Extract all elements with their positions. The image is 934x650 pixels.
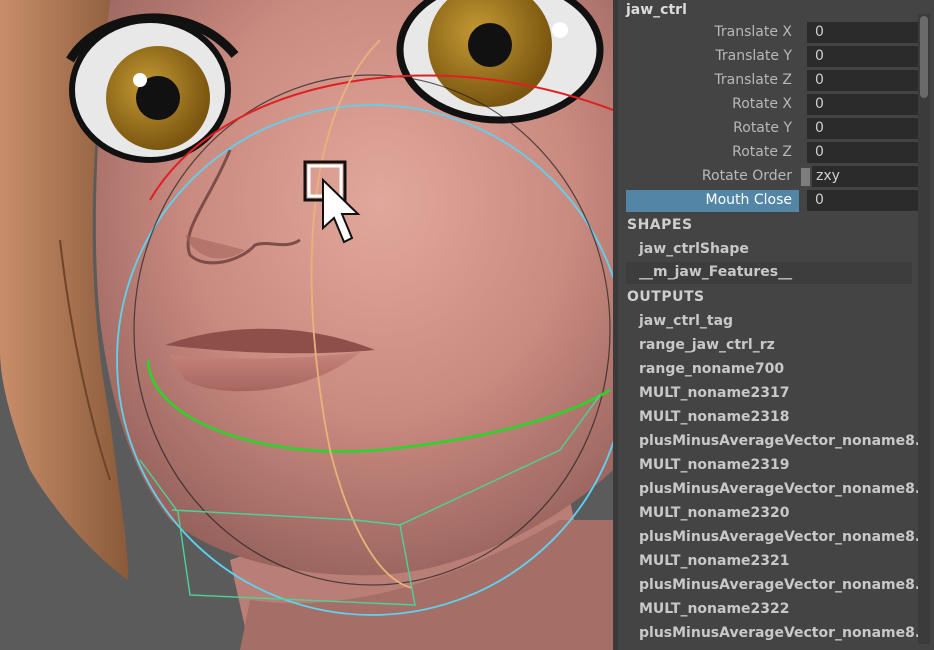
- node-name[interactable]: jaw_ctrl: [626, 2, 687, 18]
- scrollbar-thumb[interactable]: [920, 16, 928, 98]
- output-item[interactable]: plusMinusAverageVector_noname8...: [639, 433, 931, 449]
- attr-label: Mouth Close: [705, 192, 792, 208]
- output-item[interactable]: MULT_noname2322: [639, 601, 790, 617]
- app-window: jaw_ctrl Translate X 0 Translate Y 0 Tra…: [0, 0, 934, 650]
- output-item[interactable]: plusMinusAverageVector_noname8...: [639, 529, 931, 545]
- output-item[interactable]: MULT_noname2320: [639, 505, 790, 521]
- attr-row-translate-y[interactable]: Translate Y 0: [626, 46, 919, 68]
- output-item[interactable]: jaw_ctrl_tag: [639, 313, 733, 329]
- attr-label: Rotate X: [732, 96, 792, 112]
- attr-row-translate-z[interactable]: Translate Z 0: [626, 70, 919, 92]
- attr-label: Translate Y: [715, 48, 792, 64]
- attr-label: Rotate Z: [732, 144, 792, 160]
- shape-item[interactable]: __m_jaw_Features__: [626, 262, 912, 284]
- output-item[interactable]: plusMinusAverageVector_noname8...: [639, 481, 931, 497]
- attr-label: Translate X: [714, 24, 792, 40]
- 3d-viewport[interactable]: [0, 0, 613, 650]
- character-render: [0, 0, 613, 650]
- shape-item[interactable]: jaw_ctrlShape: [639, 241, 749, 257]
- shape-item-label: __m_jaw_Features__: [639, 264, 793, 280]
- output-item[interactable]: MULT_noname2321: [639, 553, 790, 569]
- mouth-close-field[interactable]: 0: [807, 190, 919, 211]
- output-item[interactable]: range_jaw_ctrl_rz: [639, 337, 775, 353]
- attr-row-rotate-x[interactable]: Rotate X 0: [626, 94, 919, 116]
- channel-box-panel: jaw_ctrl Translate X 0 Translate Y 0 Tra…: [618, 0, 934, 650]
- translate-x-field[interactable]: 0: [807, 22, 919, 43]
- translate-y-field[interactable]: 0: [807, 46, 919, 67]
- output-item[interactable]: plusMinusAverageVector_noname8...: [639, 625, 931, 641]
- rotate-x-field[interactable]: 0: [807, 94, 919, 115]
- vertical-scrollbar[interactable]: [918, 14, 930, 644]
- rotate-z-field[interactable]: 0: [807, 142, 919, 163]
- translate-z-field[interactable]: 0: [807, 70, 919, 91]
- rotate-order-dropdown[interactable]: zxy: [812, 166, 919, 187]
- outputs-header[interactable]: OUTPUTS: [627, 289, 705, 305]
- attr-row-rotate-order[interactable]: Rotate Order zxy: [626, 166, 919, 188]
- attr-row-rotate-z[interactable]: Rotate Z 0: [626, 142, 919, 164]
- attr-label: Translate Z: [714, 72, 792, 88]
- attr-row-translate-x[interactable]: Translate X 0: [626, 22, 919, 44]
- attr-label: Rotate Y: [733, 120, 792, 136]
- shapes-header[interactable]: SHAPES: [627, 217, 693, 233]
- rotate-y-field[interactable]: 0: [807, 118, 919, 139]
- dropdown-swatch[interactable]: [801, 168, 810, 186]
- output-item[interactable]: range_noname700: [639, 361, 784, 377]
- output-item[interactable]: MULT_noname2317: [639, 385, 790, 401]
- attr-row-mouth-close[interactable]: Mouth Close 0: [626, 190, 919, 212]
- attr-label: Rotate Order: [701, 168, 792, 184]
- output-item[interactable]: MULT_noname2318: [639, 409, 790, 425]
- output-item[interactable]: plusMinusAverageVector_noname8...: [639, 577, 931, 593]
- attr-row-rotate-y[interactable]: Rotate Y 0: [626, 118, 919, 140]
- output-item[interactable]: MULT_noname2319: [639, 457, 790, 473]
